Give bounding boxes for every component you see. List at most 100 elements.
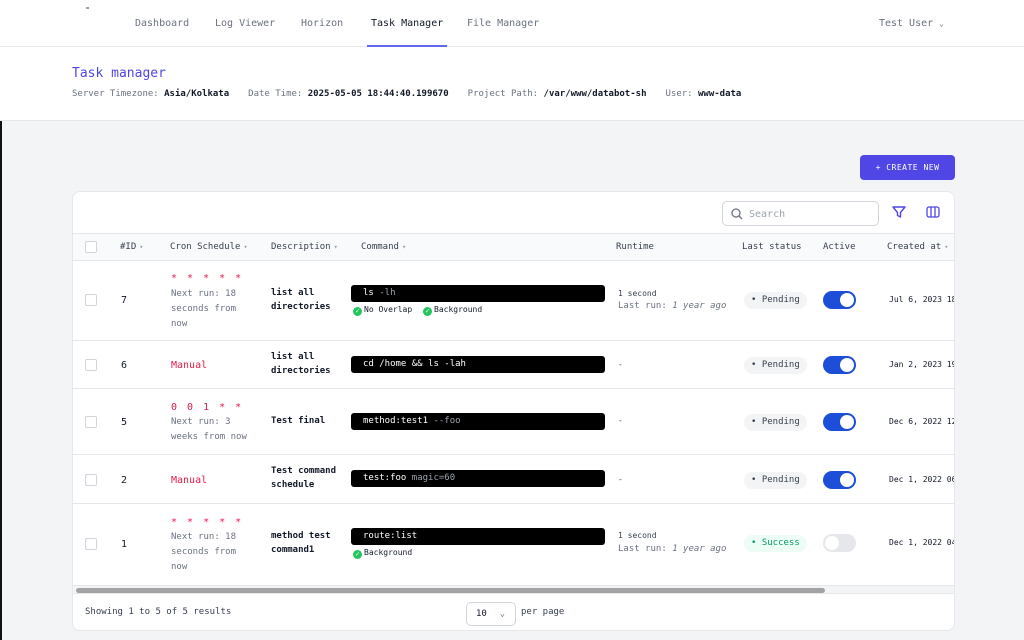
created-at: Dec 1, 2022 04: [889,538,955,547]
created-at: Jan 2, 2023 19: [889,360,955,369]
timezone-value: Asia/Kolkata [164,89,230,99]
select-all-checkbox[interactable] [85,241,97,253]
chevron-down-icon: ▾ [139,243,144,251]
user-value: www-data [698,89,742,99]
status-label: Pending [761,360,800,370]
cron-expression: 0 0 1 * * [171,402,244,413]
row-checkbox[interactable] [85,474,97,486]
column-id[interactable]: #ID ▾ [120,234,143,261]
toggle-knob [825,536,839,550]
toggle-knob [840,415,854,429]
nav-log-viewer[interactable]: Log Viewer [215,0,275,47]
column-created-at[interactable]: Created at ▾ [887,234,948,261]
active-toggle[interactable] [823,534,856,552]
description-line: method test [271,531,331,541]
column-description-label: Description [271,242,331,252]
user-menu[interactable]: Test User ⌄ [879,0,944,47]
command-block: ls -lh [351,285,605,302]
nav-dashboard[interactable]: Dashboard [135,0,189,47]
active-toggle[interactable] [823,471,856,489]
next-run-line: Next run: 18 [171,532,237,542]
user-label: User: [665,89,693,99]
project-path-value: /var/www/databot-sh [543,89,647,99]
command-text: test:foo [363,473,407,483]
toggle-knob [840,293,854,307]
column-description[interactable]: Description ▾ [271,234,338,261]
runtime-value: - [618,416,623,425]
cron-expression: * * * * * [171,273,244,284]
server-meta: Server Timezone: Asia/Kolkata Date Time: … [72,89,741,99]
active-toggle[interactable] [823,356,856,374]
chevron-down-icon: ▾ [243,243,248,251]
runtime-value: 1 second [618,531,657,540]
command-text: ls [363,288,374,298]
column-last-status: Last status [742,242,802,252]
tag-background: ✓ Background [423,305,482,316]
next-run-line: now [171,319,188,329]
command-text: cd /home && ls -lah [363,359,466,369]
row-checkbox[interactable] [85,359,97,371]
command-tags: ✓ Background [353,548,418,559]
status-label: Pending [761,475,800,485]
page-title: Task manager [72,66,166,81]
page-size-select[interactable]: 10 ⌄ [466,602,516,626]
tag-no-overlap: ✓ No Overlap [353,305,412,316]
table-row: 5 0 0 1 * * Next run: 3 weeks from now T… [73,389,954,455]
command-args: magic=60 [406,473,456,483]
search-input[interactable]: Search [722,201,879,226]
command-args: --foo [428,416,461,426]
description-line: directories [271,366,331,376]
runtime-value: - [618,475,623,484]
tag-background: ✓ Background [353,548,412,559]
status-label: Success [761,538,800,548]
timezone-label: Server Timezone: [72,89,159,99]
chevron-down-icon: ⌄ [939,19,944,28]
page-size-value: 10 [476,609,487,619]
columns-icon[interactable] [926,206,940,218]
search-placeholder: Search [749,209,786,220]
column-command[interactable]: Command ▾ [361,234,406,261]
last-run: Last run: 1 year ago [618,542,726,556]
column-id-label: #ID [120,242,137,252]
next-run-line: seconds from [171,304,237,314]
command-text: route:list [363,531,418,541]
user-name: Test User [878,18,934,29]
nav-task-manager[interactable]: Task Manager [367,0,448,47]
command-tags: ✓ No Overlap ✓ Background [353,305,488,316]
description-line: list all [271,288,315,298]
create-new-button[interactable]: + CREATE NEW [860,155,955,180]
active-toggle[interactable] [823,413,856,431]
status-badge: • Success [744,535,807,552]
logo-fragment [86,7,89,9]
horizontal-scrollbar[interactable] [73,585,954,593]
task-id: 7 [121,295,128,306]
column-cron-schedule[interactable]: Cron Schedule ▾ [170,234,248,261]
table-row: 2 Manual Test command schedule test:foo … [73,455,955,504]
chevron-down-icon: ▾ [401,243,407,251]
filter-icon[interactable] [892,205,906,219]
tag-label: Background [434,305,483,314]
description-line: directories [271,302,331,312]
row-checkbox[interactable] [85,294,97,306]
row-checkbox[interactable] [85,416,97,428]
nav-file-manager[interactable]: File Manager [467,0,539,47]
toggle-knob [840,358,854,372]
created-at: Jul 6, 2023 18: [889,295,955,304]
next-run-line: Next run: 18 [171,289,237,299]
search-icon [731,208,743,220]
cron-manual: Manual [171,360,208,371]
runtime-value: - [618,360,623,369]
created-at: Dec 1, 2022 06: [889,475,955,484]
last-run: Last run: 1 year ago [618,299,726,313]
row-checkbox[interactable] [85,538,97,550]
task-id: 2 [121,475,128,486]
last-run-value: 1 year ago [672,544,727,554]
table-header: #ID ▾ Cron Schedule ▾ Description ▾ Command… [73,233,954,261]
chevron-down-icon: ▾ [333,243,338,251]
description-line: list all [271,352,315,362]
chevron-down-icon: ⌄ [499,609,505,619]
description-line: Test command [271,466,337,476]
nav-horizon[interactable]: Horizon [301,0,343,47]
command-args: -lh [373,288,396,298]
active-toggle[interactable] [823,291,856,309]
